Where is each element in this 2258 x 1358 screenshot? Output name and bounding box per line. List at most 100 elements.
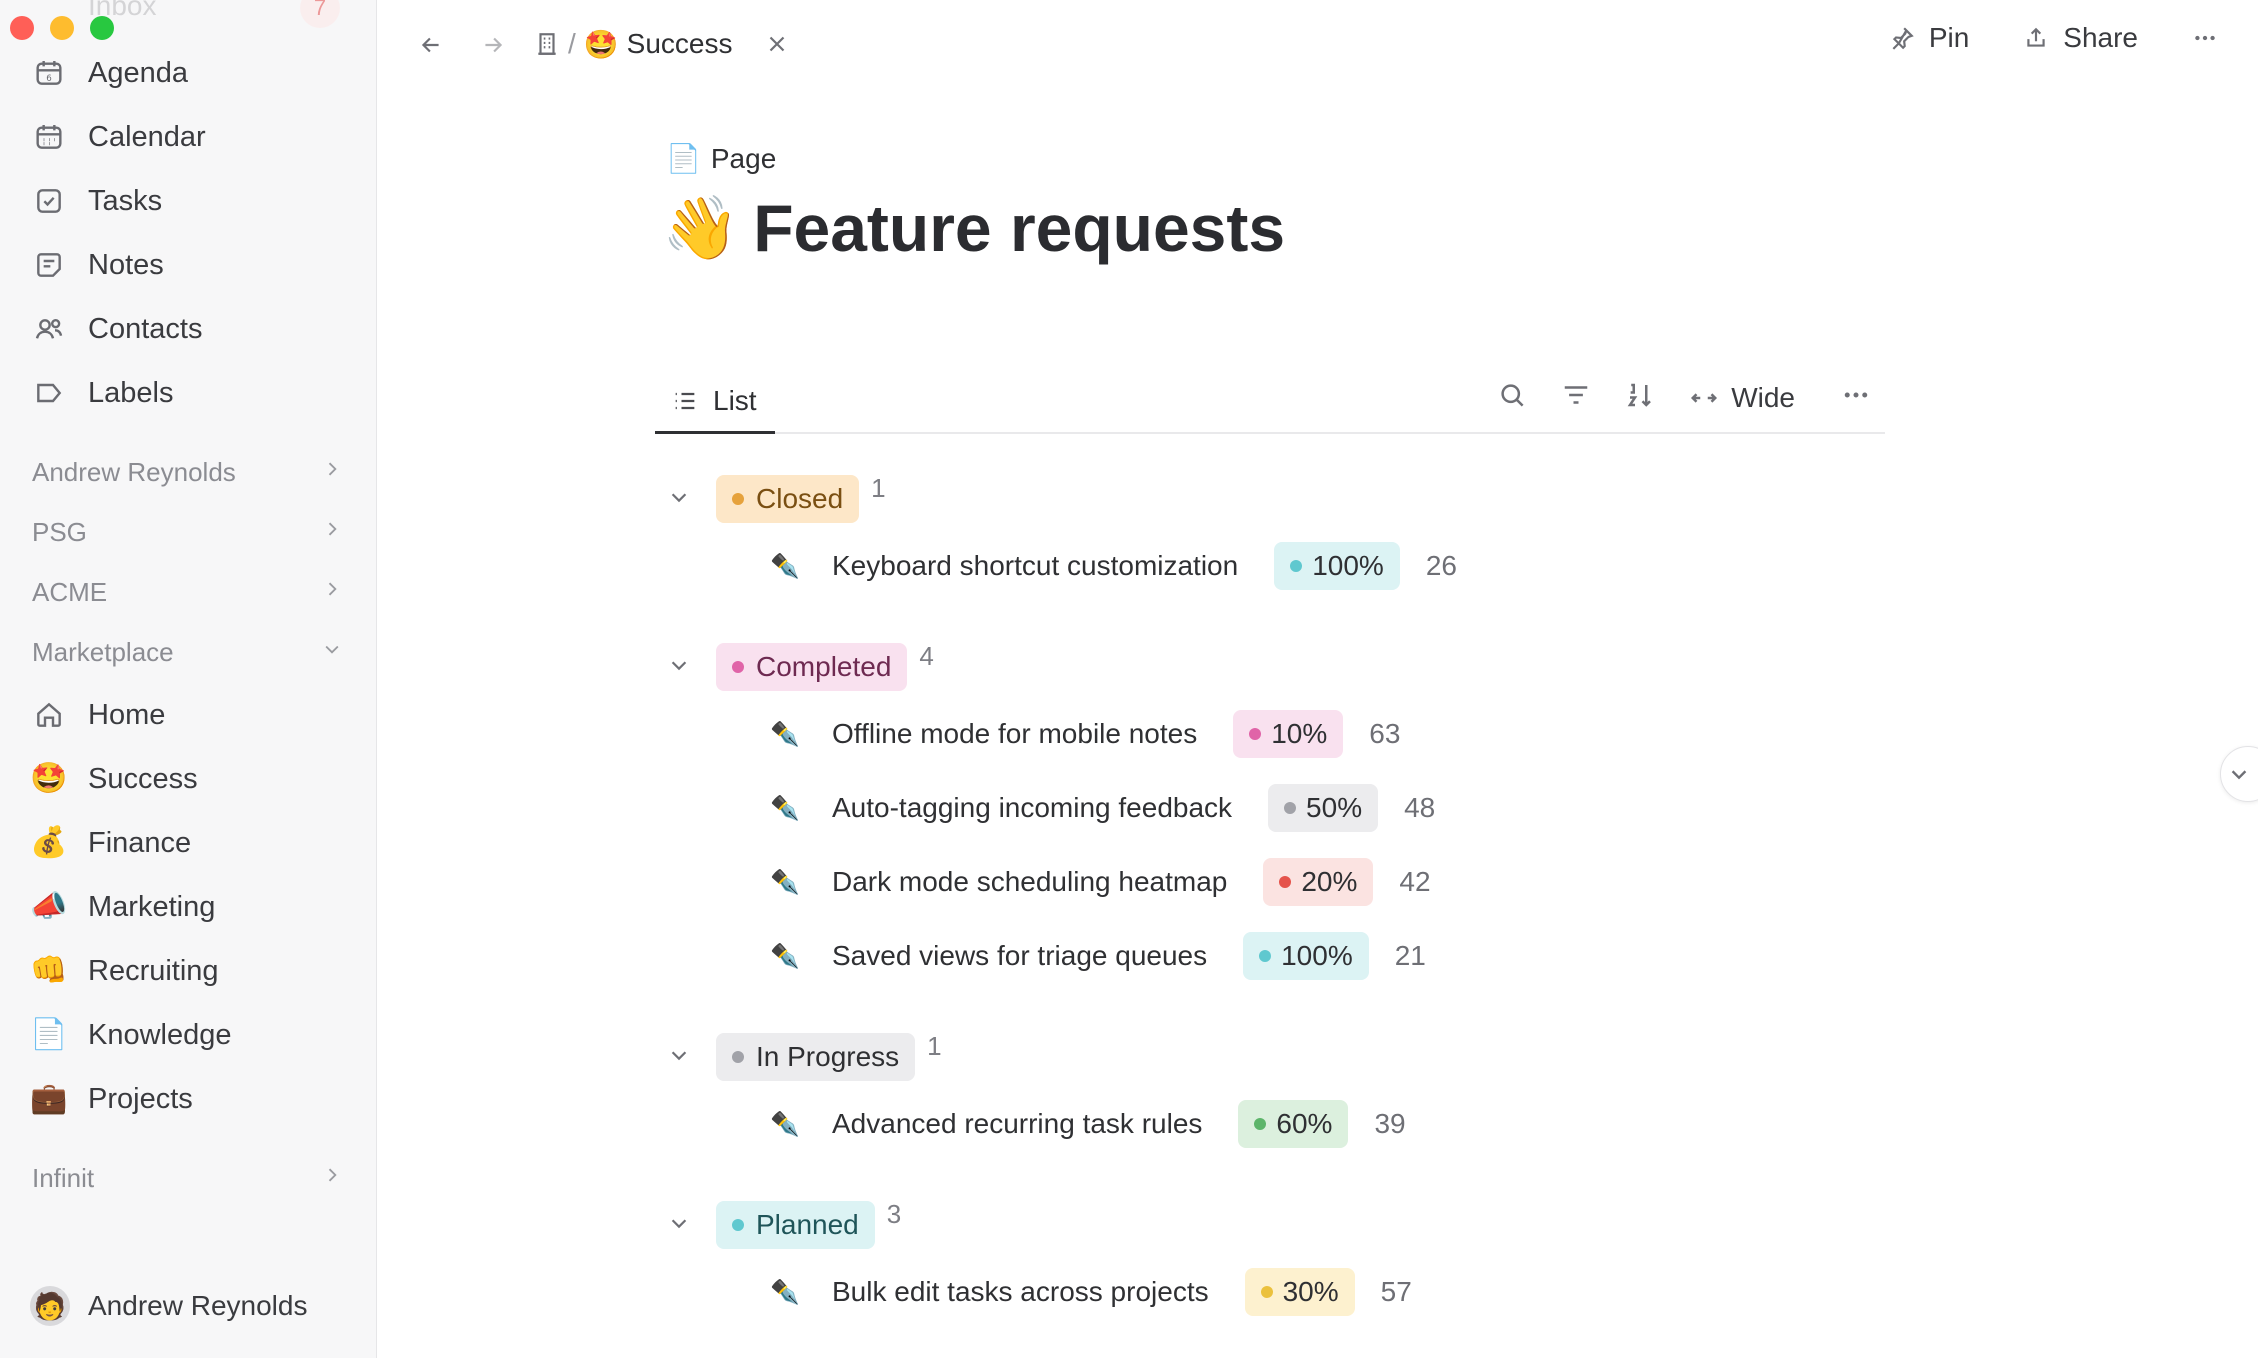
filter-button[interactable] bbox=[1561, 380, 1591, 415]
list-item[interactable]: ✒️ Bulk edit tasks across projects 30% 5… bbox=[770, 1266, 1412, 1318]
top-bar-actions: Pin Share bbox=[1889, 22, 2218, 54]
status-pill: In Progress bbox=[716, 1033, 916, 1081]
sidebar-item-recruiting[interactable]: 👊 Recruiting bbox=[30, 946, 219, 996]
window-close-button[interactable] bbox=[10, 16, 34, 40]
list-item[interactable]: ✒️ Keyboard shortcut customization 100% … bbox=[770, 540, 1457, 592]
progress-value: 100% bbox=[1312, 550, 1384, 581]
sidebar-item-label: Recruiting bbox=[88, 954, 219, 987]
briefcase-emoji-icon: 💼 bbox=[30, 1082, 68, 1115]
sidebar-section-psg[interactable]: PSG bbox=[32, 512, 342, 552]
progress-badge: 100% bbox=[1243, 932, 1369, 980]
sidebar-section-marketplace[interactable]: Marketplace bbox=[32, 632, 342, 672]
star-struck-emoji-icon: 🤩 bbox=[30, 762, 68, 795]
breadcrumb-current[interactable]: 🤩 Success bbox=[584, 28, 733, 61]
list-item[interactable]: ✒️ Saved views for triage queues 100% 21 bbox=[770, 930, 1426, 982]
status-pill: Completed bbox=[716, 643, 908, 691]
sidebar-item-knowledge[interactable]: 📄 Knowledge bbox=[30, 1010, 231, 1060]
list-item[interactable]: ✒️ Dark mode scheduling heatmap 20% 42 bbox=[770, 856, 1431, 908]
item-title: Bulk edit tasks across projects bbox=[832, 1276, 1209, 1307]
chevron-down-icon[interactable] bbox=[668, 486, 690, 513]
wide-toggle-button[interactable]: Wide bbox=[1689, 382, 1795, 414]
more-options-button[interactable] bbox=[2192, 25, 2218, 51]
back-button[interactable] bbox=[418, 23, 444, 67]
status-pill: Planned bbox=[716, 1201, 875, 1249]
sidebar-item-label: Home bbox=[88, 698, 166, 731]
sidebar-section-andrew-reynolds[interactable]: Andrew Reynolds bbox=[32, 452, 342, 492]
chevron-down-icon bbox=[2231, 770, 2247, 780]
svg-text:6: 6 bbox=[46, 74, 52, 84]
view-more-button[interactable] bbox=[1841, 380, 1871, 415]
pin-button[interactable]: Pin bbox=[1889, 22, 1969, 54]
group-header-planned[interactable]: Planned 3 bbox=[668, 1199, 901, 1249]
sidebar-section-acme[interactable]: ACME bbox=[32, 572, 342, 612]
chevron-down-icon[interactable] bbox=[668, 1044, 690, 1071]
calendar-day-icon: 6 bbox=[32, 56, 66, 90]
sidebar-item-contacts[interactable]: Contacts bbox=[32, 304, 202, 354]
progress-badge: 10% bbox=[1233, 710, 1344, 758]
fist-emoji-icon: 👊 bbox=[30, 954, 68, 987]
contacts-icon bbox=[32, 312, 66, 346]
status-label: Planned bbox=[756, 1209, 859, 1240]
list-item[interactable]: ✒️ Auto-tagging incoming feedback 50% 48 bbox=[770, 782, 1435, 834]
sidebar-item-marketing[interactable]: 📣 Marketing bbox=[30, 882, 216, 932]
checkbox-icon bbox=[32, 184, 66, 218]
waving-hand-emoji-icon: 👋 bbox=[662, 193, 740, 263]
forward-button[interactable] bbox=[480, 23, 506, 67]
megaphone-emoji-icon: 📣 bbox=[30, 890, 68, 923]
window-maximize-button[interactable] bbox=[90, 16, 114, 40]
filter-icon bbox=[1564, 386, 1588, 404]
window-minimize-button[interactable] bbox=[50, 16, 74, 40]
item-title: Offline mode for mobile notes bbox=[832, 718, 1198, 749]
sidebar-item-calendar[interactable]: Calendar bbox=[32, 112, 206, 162]
chevron-down-icon bbox=[322, 638, 342, 666]
progress-value: 10% bbox=[1271, 718, 1328, 749]
chevron-down-icon[interactable] bbox=[668, 654, 690, 681]
search-icon bbox=[1501, 384, 1524, 407]
progress-value: 60% bbox=[1276, 1108, 1333, 1139]
page-emoji-icon: 📄 bbox=[30, 1018, 68, 1051]
workspace-building-icon[interactable] bbox=[534, 22, 560, 66]
sidebar-item-projects[interactable]: 💼 Projects bbox=[30, 1074, 192, 1124]
progress-dot bbox=[1260, 1286, 1273, 1298]
share-button[interactable]: Share bbox=[2023, 22, 2138, 54]
side-panel-toggle[interactable] bbox=[2220, 746, 2258, 802]
sidebar-item-home[interactable]: Home bbox=[32, 690, 165, 740]
group-count: 1 bbox=[927, 1030, 942, 1061]
item-title: Auto-tagging incoming feedback bbox=[832, 792, 1233, 823]
quill-icon: ✒️ bbox=[770, 794, 800, 822]
sidebar-item-labels[interactable]: Labels bbox=[32, 368, 173, 418]
search-button[interactable] bbox=[1497, 380, 1527, 415]
group-header-closed[interactable]: Closed 1 bbox=[668, 473, 886, 523]
note-icon bbox=[32, 248, 66, 282]
group-header-in-progress[interactable]: In Progress 1 bbox=[668, 1030, 942, 1081]
sidebar-item-notes[interactable]: Notes bbox=[32, 240, 164, 290]
progress-dot bbox=[1249, 728, 1262, 740]
section-label: Marketplace bbox=[32, 636, 174, 667]
list-item[interactable]: ✒️ Offline mode for mobile notes 10% 63 bbox=[770, 708, 1400, 760]
sidebar-item-label: Marketing bbox=[88, 890, 216, 923]
sidebar-item-agenda[interactable]: 6 Agenda bbox=[32, 48, 188, 98]
page-type-label[interactable]: 📄 Page bbox=[666, 142, 776, 175]
vote-count: 42 bbox=[1399, 866, 1431, 897]
user-profile[interactable]: 🧑 Andrew Reynolds bbox=[30, 1286, 307, 1326]
group-header-completed[interactable]: Completed 4 bbox=[668, 641, 934, 691]
share-icon bbox=[2027, 27, 2045, 47]
sidebar-item-finance[interactable]: 💰 Finance bbox=[30, 818, 191, 868]
page-title[interactable]: 👋 Feature requests bbox=[662, 190, 1285, 266]
sidebar-item-label: Success bbox=[88, 762, 198, 795]
list-item[interactable]: ✒️ Advanced recurring task rules 60% 39 bbox=[770, 1098, 1406, 1150]
vote-count: 39 bbox=[1374, 1108, 1406, 1139]
sidebar-item-success[interactable]: 🤩 Success bbox=[30, 754, 198, 804]
chevron-down-icon[interactable] bbox=[668, 1212, 690, 1239]
close-tab-button[interactable] bbox=[764, 22, 790, 66]
sidebar-item-tasks[interactable]: Tasks bbox=[32, 176, 162, 226]
progress-value: 50% bbox=[1306, 792, 1363, 823]
window-controls bbox=[10, 16, 114, 40]
sidebar-item-label: Labels bbox=[88, 376, 174, 409]
chevron-right-icon bbox=[322, 458, 342, 486]
sidebar-section-infinit[interactable]: Infinit bbox=[32, 1158, 342, 1198]
avatar: 🧑 bbox=[30, 1286, 70, 1326]
sort-button[interactable] bbox=[1625, 380, 1655, 415]
tab-list[interactable]: List bbox=[655, 370, 775, 434]
tab-label: List bbox=[713, 384, 757, 416]
